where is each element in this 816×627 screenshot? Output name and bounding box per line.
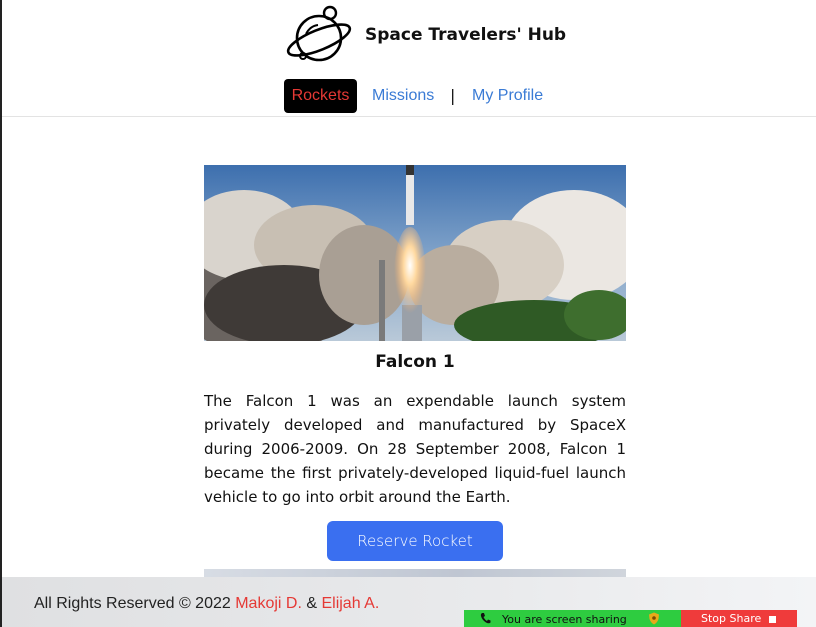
rocket-name: Falcon 1 [375,352,455,372]
nav-rockets[interactable]: Rockets [284,79,357,113]
reserve-rocket-button[interactable]: Reserve Rocket [327,521,503,561]
site-header: Space Travelers' Hub Rockets Missions | … [2,0,816,117]
stop-share-label: Stop Share [701,612,762,625]
rocket-description: The Falcon 1 was an expendable launch sy… [204,392,626,506]
rocket-image [204,165,626,341]
author-link-makoji[interactable]: Makoji D. [235,595,302,612]
planet-icon[interactable] [284,4,354,68]
footer-joiner: & [301,595,322,612]
phone-icon [480,612,491,627]
page: Space Travelers' Hub Rockets Missions | … [0,0,816,627]
site-title: Space Travelers' Hub [365,25,567,45]
shield-icon [649,612,659,625]
screen-share-bar: You are screen sharing [464,610,681,627]
screen-share-message: You are screen sharing [502,613,627,626]
stop-share-button[interactable]: Stop Share [681,610,797,627]
footer-text: All Rights Reserved © 2022 Makoji D. & E… [34,595,379,613]
author-link-elijah[interactable]: Elijah A. [321,595,379,612]
footer-copyright: All Rights Reserved © 2022 [34,595,236,612]
nav-missions[interactable]: Missions [372,79,434,113]
nav-my-profile[interactable]: My Profile [472,79,543,113]
nav-separator: | [450,86,456,105]
stop-square-icon [769,615,777,623]
